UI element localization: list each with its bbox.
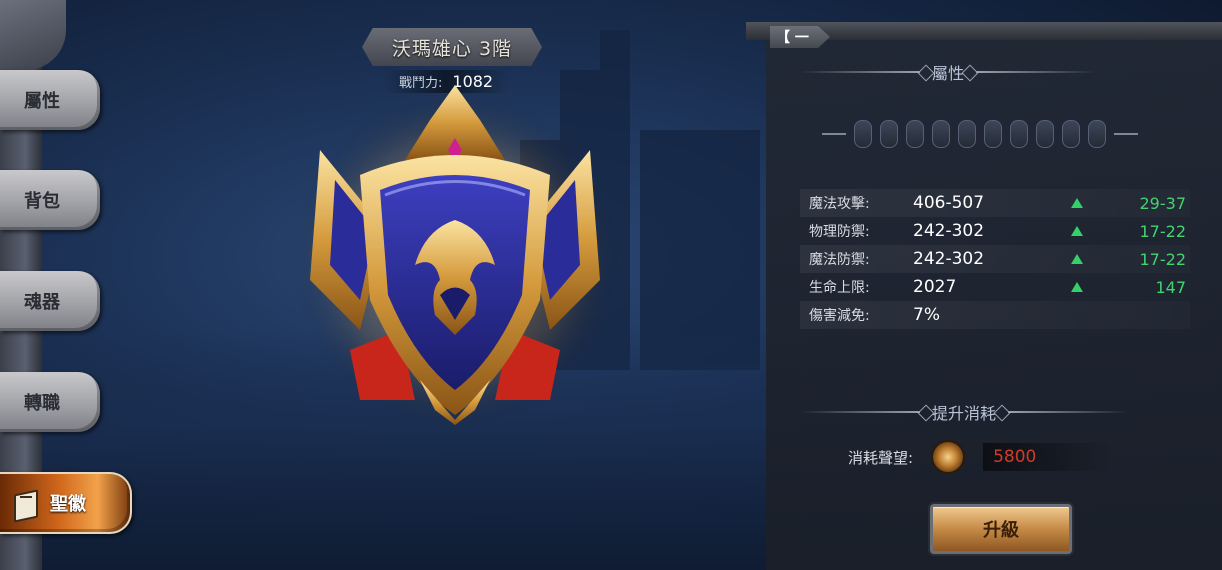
stat-row: 傷害減免: 7% <box>800 301 1190 329</box>
stat-bonus: 147 <box>1155 277 1186 297</box>
ornament-right-icon <box>976 71 1097 73</box>
cost-row: 消耗聲望: 5800 <box>848 440 1114 474</box>
stat-row: 生命上限: 2027 147 <box>800 273 1190 301</box>
cost-label: 消耗聲望: <box>848 448 914 467</box>
stats-table: 魔法攻擊: 406-507 29-37 物理防禦: 242-302 17-22 … <box>800 189 1190 329</box>
tab-class-change[interactable]: 轉職 <box>0 372 100 432</box>
tab-label: 背包 <box>24 191 60 212</box>
emblem-shield-icon <box>290 85 620 430</box>
slot-pip <box>906 120 924 148</box>
close-button[interactable]: 【 一 <box>770 26 830 48</box>
up-arrow-icon <box>1063 198 1091 208</box>
slot-pip <box>1036 120 1054 148</box>
slot-pip <box>1010 120 1028 148</box>
slot-pip <box>932 120 950 148</box>
slot-pip <box>1088 120 1106 148</box>
rail-ornament <box>0 0 66 70</box>
ornament-right-icon <box>1008 411 1129 413</box>
tab-soul-artifact[interactable]: 魂器 <box>0 271 100 331</box>
upgrade-slots <box>822 120 1138 148</box>
slot-arrow-right-icon <box>1114 133 1138 135</box>
emblem-title-banner: 沃瑪雄心 3階 <box>362 28 542 66</box>
ornament-left-icon <box>800 411 920 413</box>
reputation-medal-icon <box>931 440 966 474</box>
slot-pip <box>984 120 1002 148</box>
stat-row: 魔法攻擊: 406-507 29-37 <box>800 189 1190 217</box>
stat-bonus: 17-22 <box>1139 221 1187 241</box>
upgrade-button[interactable]: 升級 <box>930 504 1072 554</box>
attributes-title: 屬性 <box>932 64 965 83</box>
slot-pip <box>1062 120 1080 148</box>
stat-label: 物理防禦: <box>809 224 870 240</box>
slot-arrow-left-icon <box>822 133 846 135</box>
emblem-artwork <box>290 80 620 430</box>
stat-row: 魔法防禦: 242-302 17-22 <box>800 245 1190 273</box>
up-arrow-icon <box>1063 226 1091 236</box>
stat-bonus: 17-22 <box>1139 249 1187 269</box>
up-arrow-icon <box>1063 254 1091 264</box>
tab-backpack[interactable]: 背包 <box>0 170 100 230</box>
cost-title: 提升消耗 <box>932 404 997 423</box>
stat-row: 物理防禦: 242-302 17-22 <box>800 217 1190 245</box>
tab-attributes[interactable]: 屬性 <box>0 70 100 130</box>
cost-header: 提升消耗 <box>800 400 1129 424</box>
stat-value: 242-302 <box>913 249 985 269</box>
stat-label: 生命上限: <box>809 280 870 296</box>
stat-value: 2027 <box>913 277 957 297</box>
book-icon <box>12 488 40 523</box>
stat-label: 魔法防禦: <box>809 252 870 268</box>
stat-value: 242-302 <box>913 221 985 241</box>
emblem-title: 沃瑪雄心 3階 <box>391 37 513 60</box>
slot-pip <box>854 120 872 148</box>
up-arrow-icon <box>1063 282 1091 292</box>
tab-label: 屬性 <box>24 91 60 112</box>
stat-value: 406-507 <box>913 193 985 213</box>
stat-label: 傷害減免: <box>809 308 870 324</box>
tab-label: 轉職 <box>24 393 60 414</box>
stat-value: 7% <box>913 305 940 325</box>
tab-emblem[interactable]: 聖徽 <box>0 472 132 534</box>
attributes-header: 屬性 <box>800 60 1097 84</box>
stat-label: 魔法攻擊: <box>809 196 870 212</box>
ornament-left-icon <box>800 71 920 73</box>
tab-label: 聖徽 <box>50 494 86 515</box>
slot-pip <box>958 120 976 148</box>
tab-label: 魂器 <box>24 292 60 313</box>
cost-value: 5800 <box>983 443 1114 471</box>
slot-pip <box>880 120 898 148</box>
stat-bonus: 29-37 <box>1139 193 1187 213</box>
